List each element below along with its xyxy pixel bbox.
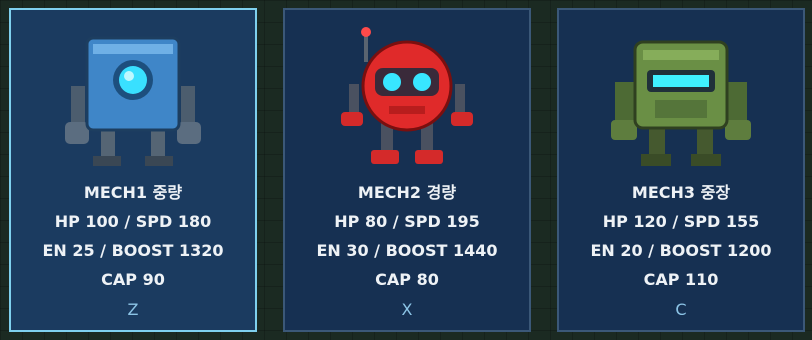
mech-stats-en-boost: EN 25 / BOOST 1320: [42, 241, 224, 260]
mech-stats-en-boost: EN 30 / BOOST 1440: [316, 241, 498, 260]
mech-stats-cap: CAP 90: [101, 270, 165, 289]
mech-name: MECH1 중량: [83, 183, 183, 202]
hotkey-label: Z: [127, 300, 139, 319]
blue-box-robot-icon: [65, 36, 201, 166]
mech-name: MECH3 중장: [631, 183, 731, 202]
mech-stats-hp-spd: HP 120 / SPD 155: [602, 212, 760, 231]
hotkey-label: C: [675, 300, 687, 319]
mech-stats-en-boost: EN 20 / BOOST 1200: [590, 241, 772, 260]
mech-stats-hp-spd: HP 100 / SPD 180: [54, 212, 212, 231]
mech-stats-hp-spd: HP 80 / SPD 195: [334, 212, 480, 231]
red-ball-robot-icon: [341, 27, 473, 164]
mech-card-1[interactable]: MECH1 중량 HP 100 / SPD 180 EN 25 / BOOST …: [9, 8, 257, 332]
mech-name: MECH2 경량: [357, 183, 457, 202]
hotkey-label: X: [401, 300, 413, 319]
mech-card-3[interactable]: MECH3 중장 HP 120 / SPD 155 EN 20 / BOOST …: [557, 8, 805, 332]
mech-stats-cap: CAP 110: [643, 270, 719, 289]
mech-card-2[interactable]: MECH2 경량 HP 80 / SPD 195 EN 30 / BOOST 1…: [283, 8, 531, 332]
mech-stats-cap: CAP 80: [375, 270, 439, 289]
green-tank-robot-icon: [611, 40, 751, 166]
